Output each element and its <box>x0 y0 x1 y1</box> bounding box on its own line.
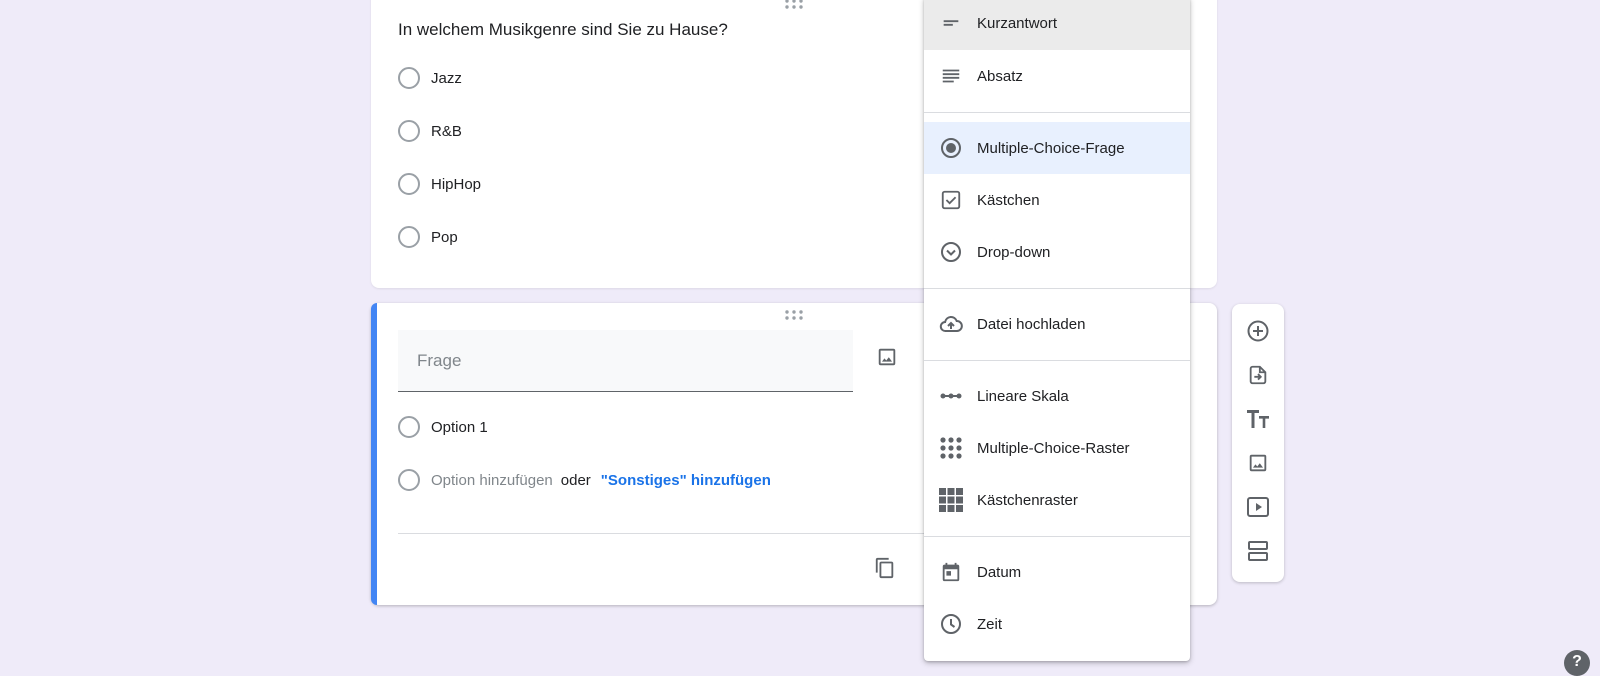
option-item[interactable]: R&B <box>398 119 462 143</box>
duplicate-icon[interactable] <box>871 554 899 582</box>
calendar-icon <box>939 560 963 584</box>
menu-item-multiple-choice-grid[interactable]: Multiple-Choice-Raster <box>924 422 1190 474</box>
add-option-row: Option hinzufügen oder "Sonstiges" hinzu… <box>398 468 771 492</box>
cloud-upload-icon <box>939 312 963 336</box>
short-text-icon <box>939 11 963 35</box>
menu-item-label: Zeit <box>977 615 1003 633</box>
help-icon[interactable]: ? <box>1564 650 1590 676</box>
option-label: Pop <box>431 228 458 246</box>
paragraph-icon <box>939 64 963 88</box>
add-question-icon[interactable] <box>1244 317 1272 345</box>
option-item[interactable]: Option 1 <box>398 415 488 439</box>
radio-button[interactable] <box>398 226 420 248</box>
menu-item-date[interactable]: Datum <box>924 546 1190 598</box>
radio-button[interactable] <box>398 120 420 142</box>
menu-item-label: Datei hochladen <box>977 315 1086 333</box>
or-label: oder <box>560 471 591 489</box>
add-option-link[interactable]: Option hinzufügen <box>431 472 553 489</box>
dot-grid-icon <box>939 436 963 460</box>
floating-toolbar <box>1232 304 1284 582</box>
question-input[interactable] <box>415 350 839 372</box>
image-icon[interactable] <box>873 343 901 371</box>
menu-item-label: Drop-down <box>977 243 1051 261</box>
menu-item-checkbox[interactable]: Kästchen <box>924 174 1190 226</box>
radio-button[interactable] <box>398 416 420 438</box>
menu-item-label: Kästchen <box>977 191 1040 209</box>
question-type-menu[interactable]: Kurzantwort Absatz Multiple-Choice-Frage… <box>924 0 1190 661</box>
option-item[interactable]: Pop <box>398 225 458 249</box>
option-label: HipHop <box>431 175 482 193</box>
menu-item-time[interactable]: Zeit <box>924 598 1190 650</box>
active-card-accent <box>371 303 377 605</box>
menu-item-dropdown[interactable]: Drop-down <box>924 226 1190 278</box>
option-item[interactable]: Jazz <box>398 66 462 90</box>
menu-item-label: Kurzantwort <box>977 14 1058 32</box>
add-section-icon[interactable] <box>1244 537 1272 565</box>
menu-divider <box>924 112 1190 113</box>
option-label[interactable]: Option 1 <box>431 419 488 436</box>
radio-button-icon <box>939 136 963 160</box>
question-title: In welchem Musikgenre sind Sie zu Hause? <box>398 20 728 39</box>
checkbox-icon <box>939 188 963 212</box>
menu-item-label: Lineare Skala <box>977 387 1069 405</box>
question-field[interactable] <box>398 330 853 392</box>
radio-button <box>398 469 420 491</box>
add-video-icon[interactable] <box>1244 493 1272 521</box>
option-label: R&B <box>431 122 462 140</box>
checkbox-grid-icon <box>939 488 963 512</box>
option-label: Jazz <box>431 69 462 87</box>
linear-scale-icon <box>939 384 963 408</box>
menu-divider <box>924 360 1190 361</box>
radio-button[interactable] <box>398 173 420 195</box>
drag-handle-icon[interactable] <box>784 0 804 10</box>
menu-item-short-answer[interactable]: Kurzantwort <box>924 0 1190 50</box>
add-title-icon[interactable] <box>1244 405 1272 433</box>
menu-item-label: Kästchenraster <box>977 491 1078 509</box>
menu-divider <box>924 536 1190 537</box>
option-item[interactable]: HipHop <box>398 172 481 196</box>
radio-button[interactable] <box>398 67 420 89</box>
menu-item-paragraph[interactable]: Absatz <box>924 50 1190 102</box>
dropdown-icon <box>939 240 963 264</box>
drag-handle-icon[interactable] <box>784 309 804 321</box>
add-image-icon[interactable] <box>1244 449 1272 477</box>
menu-item-linear-scale[interactable]: Lineare Skala <box>924 370 1190 422</box>
menu-item-multiple-choice[interactable]: Multiple-Choice-Frage <box>924 122 1190 174</box>
clock-icon <box>939 612 963 636</box>
menu-item-label: Multiple-Choice-Frage <box>977 139 1125 157</box>
menu-item-file-upload[interactable]: Datei hochladen <box>924 298 1190 350</box>
menu-item-label: Multiple-Choice-Raster <box>977 439 1130 457</box>
menu-item-label: Datum <box>977 563 1022 581</box>
menu-divider <box>924 288 1190 289</box>
add-other-link[interactable]: "Sonstiges" hinzufügen <box>601 472 771 489</box>
menu-item-label: Absatz <box>977 67 1023 85</box>
import-questions-icon[interactable] <box>1244 361 1272 389</box>
menu-item-checkbox-grid[interactable]: Kästchenraster <box>924 474 1190 526</box>
